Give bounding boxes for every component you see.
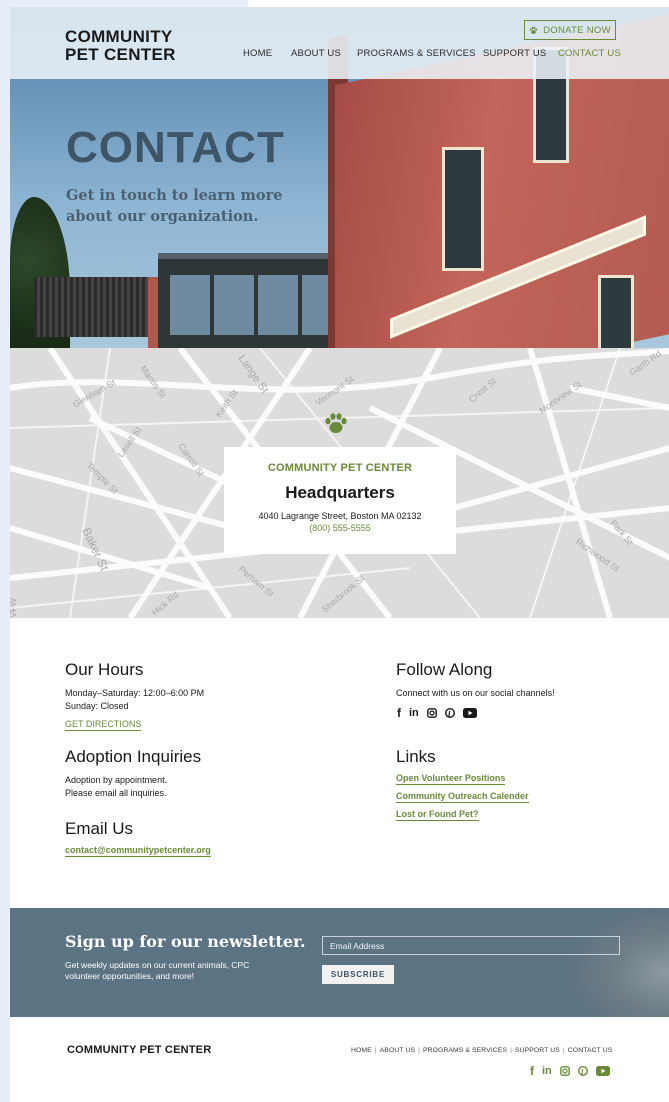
location-card-phone[interactable]: (800) 555-5555 [224,523,456,533]
get-directions-link[interactable]: GET DIRECTIONS [65,719,142,731]
youtube-icon[interactable] [595,1066,610,1076]
nav-programs-services[interactable]: PROGRAMS & SERVICES [357,48,476,59]
linkedin-icon[interactable]: in [542,1065,552,1077]
footer-social-links: f in [530,1064,610,1078]
footer-divider: | [374,1047,377,1054]
nav-support-us[interactable]: SUPPORT US [483,48,546,59]
hero-window [598,275,634,348]
subscribe-button[interactable]: SUBSCRIBE [322,965,394,984]
footer-link-programs[interactable]: PROGRAMS & SERVICES [423,1047,507,1054]
follow-title: Follow Along [396,660,493,679]
social-links: f in [397,706,477,720]
hero-subtitle: Get in touch to learn more about our org… [66,187,283,225]
street-label: Sherbrook St [320,573,367,615]
newsletter-section: Sign up for our newsletter. Get weekly u… [10,908,669,1017]
letterbox-top [10,0,248,7]
links-title: Links [396,747,436,766]
nav-contact-us[interactable]: CONTACT US [558,48,621,59]
youtube-icon[interactable] [462,708,477,718]
footer-nav: HOME | ABOUT US | PROGRAMS & SERVICES | SUPPOR… [351,1047,612,1054]
site-logo[interactable]: COMMUNITY PET CENTER [65,28,176,64]
footer-link-about-us[interactable]: ABOUT US [380,1047,415,1054]
hero: COMMUNITY PET CENTER DONATE NOW HOME ABO… [10,7,669,348]
email-input[interactable]: Email Address [322,936,620,955]
logo-line-2: PET CENTER [65,45,176,64]
hours-weekday: Monday–Saturday: 12:00–6:00 PM [65,688,205,698]
nav-home[interactable]: HOME [243,48,272,59]
pinterest-icon[interactable] [577,1066,588,1076]
hours-title: Our Hours [65,660,144,679]
facebook-icon[interactable]: f [397,706,401,720]
hero-shed [34,277,154,337]
link-volunteer-positions[interactable]: Open Volunteer Positions [396,773,506,785]
footer-divider: | [562,1047,565,1054]
footer-divider: | [510,1047,512,1054]
link-community-outreach[interactable]: Community Outreach Calender [396,791,529,803]
footer-logo[interactable]: COMMUNITY PET CENTER [67,1044,211,1056]
instagram-icon[interactable] [559,1066,570,1076]
paw-icon [530,26,538,34]
footer-link-home[interactable]: HOME [351,1047,372,1054]
location-card-org: COMMUNITY PET CENTER [267,462,413,474]
follow-desc: Connect with us on our social channels! [396,688,555,698]
location-card-address: 4040 Lagrange Street, Boston MA 02132 [258,511,422,521]
logo-line-1: COMMUNITY [65,27,173,46]
street-label: Crest St [467,376,499,405]
hours-sunday: Sunday: Closed [65,701,129,711]
adoption-title: Adoption Inquiries [65,747,202,766]
pinterest-icon[interactable] [444,708,455,718]
hero-facade-windows [170,275,338,335]
email-title: Email Us [65,819,134,838]
donate-label: DONATE NOW [543,24,611,36]
map-marker-paw-icon[interactable] [324,412,348,434]
footer-link-support-us[interactable]: SUPPORT US [515,1047,560,1054]
footer-divider: | [418,1047,420,1054]
email-link[interactable]: contact@communitypetcenter.org [65,845,211,857]
link-lost-found-pet[interactable]: Lost or Found Pet? [396,809,479,821]
cat-photo [570,908,669,1017]
location-card: COMMUNITY PET CENTER Headquarters 4040 L… [224,447,456,554]
newsletter-desc: Get weekly updates on our current animal… [65,960,250,981]
instagram-icon[interactable] [426,708,437,718]
donate-button[interactable]: DONATE NOW [524,20,616,40]
footer-link-contact-us[interactable]: CONTACT US [568,1047,613,1054]
adoption-line-2: Please email all inquiries. [65,788,167,798]
nav-about-us[interactable]: ABOUT US [291,48,341,59]
street-label: VFW [10,597,18,618]
location-card-title: Headquarters [285,483,395,502]
linkedin-icon[interactable]: in [409,707,419,719]
header: COMMUNITY PET CENTER DONATE NOW HOME ABO… [10,7,669,79]
facebook-icon[interactable]: f [530,1064,534,1078]
hero-title: CONTACT [66,123,285,172]
hero-window [442,147,484,271]
adoption-line-1: Adoption by appointment. [65,775,168,785]
letterbox-left [0,0,10,1102]
newsletter-title: Sign up for our newsletter. [65,932,306,951]
page: COMMUNITY PET CENTER DONATE NOW HOME ABO… [10,7,669,1102]
